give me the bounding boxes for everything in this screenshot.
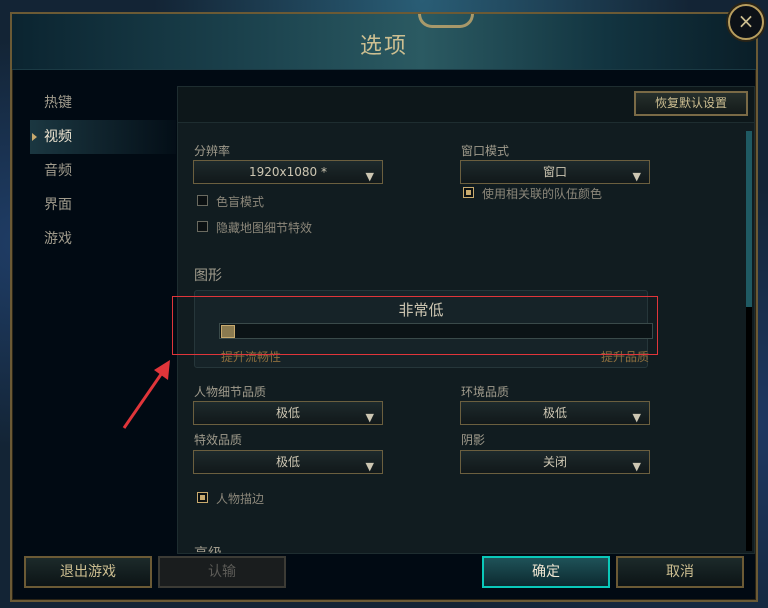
annotation-arrow-icon [122,360,170,429]
effects-quality-value: 极低 [275,455,300,469]
character-quality-label: 人物细节品质 [194,385,267,399]
window-mode-label: 窗口模式 [461,144,510,158]
window-header: 选项 [12,14,756,70]
confirm-button[interactable]: 确定 [482,556,610,588]
options-sidebar: 热键 视频 音频 界面 游戏 [30,86,176,256]
dropdown-arrow-icon: ▼ [365,411,374,424]
sidebar-item-video[interactable]: 视频 [30,120,176,154]
character-outline-checkbox[interactable] [197,492,208,503]
dropdown-arrow-icon: ▼ [632,411,641,424]
dropdown-arrow-icon: ▼ [365,170,374,183]
cancel-button[interactable]: 取消 [616,556,744,588]
graphics-section-title: 图形 [194,268,222,284]
sidebar-item-interface[interactable]: 界面 [30,188,176,222]
sidebar-item-audio[interactable]: 音频 [30,154,176,188]
colorblind-checkbox[interactable] [197,195,208,206]
effects-quality-label: 特效品质 [194,433,243,447]
exit-game-button[interactable]: 退出游戏 [24,556,152,588]
shadows-label: 阴影 [461,433,486,447]
restore-defaults-button[interactable]: 恢复默认设置 [634,91,748,116]
hide-map-detail-checkbox[interactable] [197,221,208,232]
sidebar-item-game[interactable]: 游戏 [30,222,176,256]
surrender-button[interactable]: 认输 [158,556,286,588]
sidebar-item-hotkeys[interactable]: 热键 [30,86,176,120]
shadows-value: 关闭 [542,455,567,469]
character-outline-label: 人物描边 [216,492,265,506]
resolution-label: 分辨率 [194,144,231,158]
panel-toolbar: 恢复默认设置 [178,87,754,123]
window-title: 选项 [359,34,408,59]
close-button[interactable]: × [728,4,764,40]
character-quality-dropdown[interactable]: 极低 ▼ [193,401,383,425]
close-icon: × [737,9,755,33]
team-color-label: 使用相关联的队伍颜色 [482,187,603,201]
dropdown-arrow-icon: ▼ [365,460,374,473]
dropdown-arrow-icon: ▼ [632,170,641,183]
environment-quality-label: 环境品质 [461,385,510,399]
character-quality-value: 极低 [275,406,300,420]
resolution-value: 1920x1080 * [249,165,327,179]
hide-map-detail-label: 隐藏地图细节特效 [216,221,313,235]
annotation-highlight-box [172,296,658,355]
resolution-dropdown[interactable]: 1920x1080 * ▼ [193,160,383,184]
dropdown-arrow-icon: ▼ [632,460,641,473]
scrollbar-thumb[interactable] [746,131,752,307]
environment-quality-value: 极低 [542,406,567,420]
crest-ornament [418,14,474,28]
advanced-section-title: 高级 [194,546,222,554]
window-mode-value: 窗口 [542,165,567,179]
effects-quality-dropdown[interactable]: 极低 ▼ [193,450,383,474]
environment-quality-dropdown[interactable]: 极低 ▼ [460,401,650,425]
shadows-dropdown[interactable]: 关闭 ▼ [460,450,650,474]
team-color-checkbox[interactable] [463,187,474,198]
window-mode-dropdown[interactable]: 窗口 ▼ [460,160,650,184]
colorblind-label: 色盲模式 [216,195,265,209]
